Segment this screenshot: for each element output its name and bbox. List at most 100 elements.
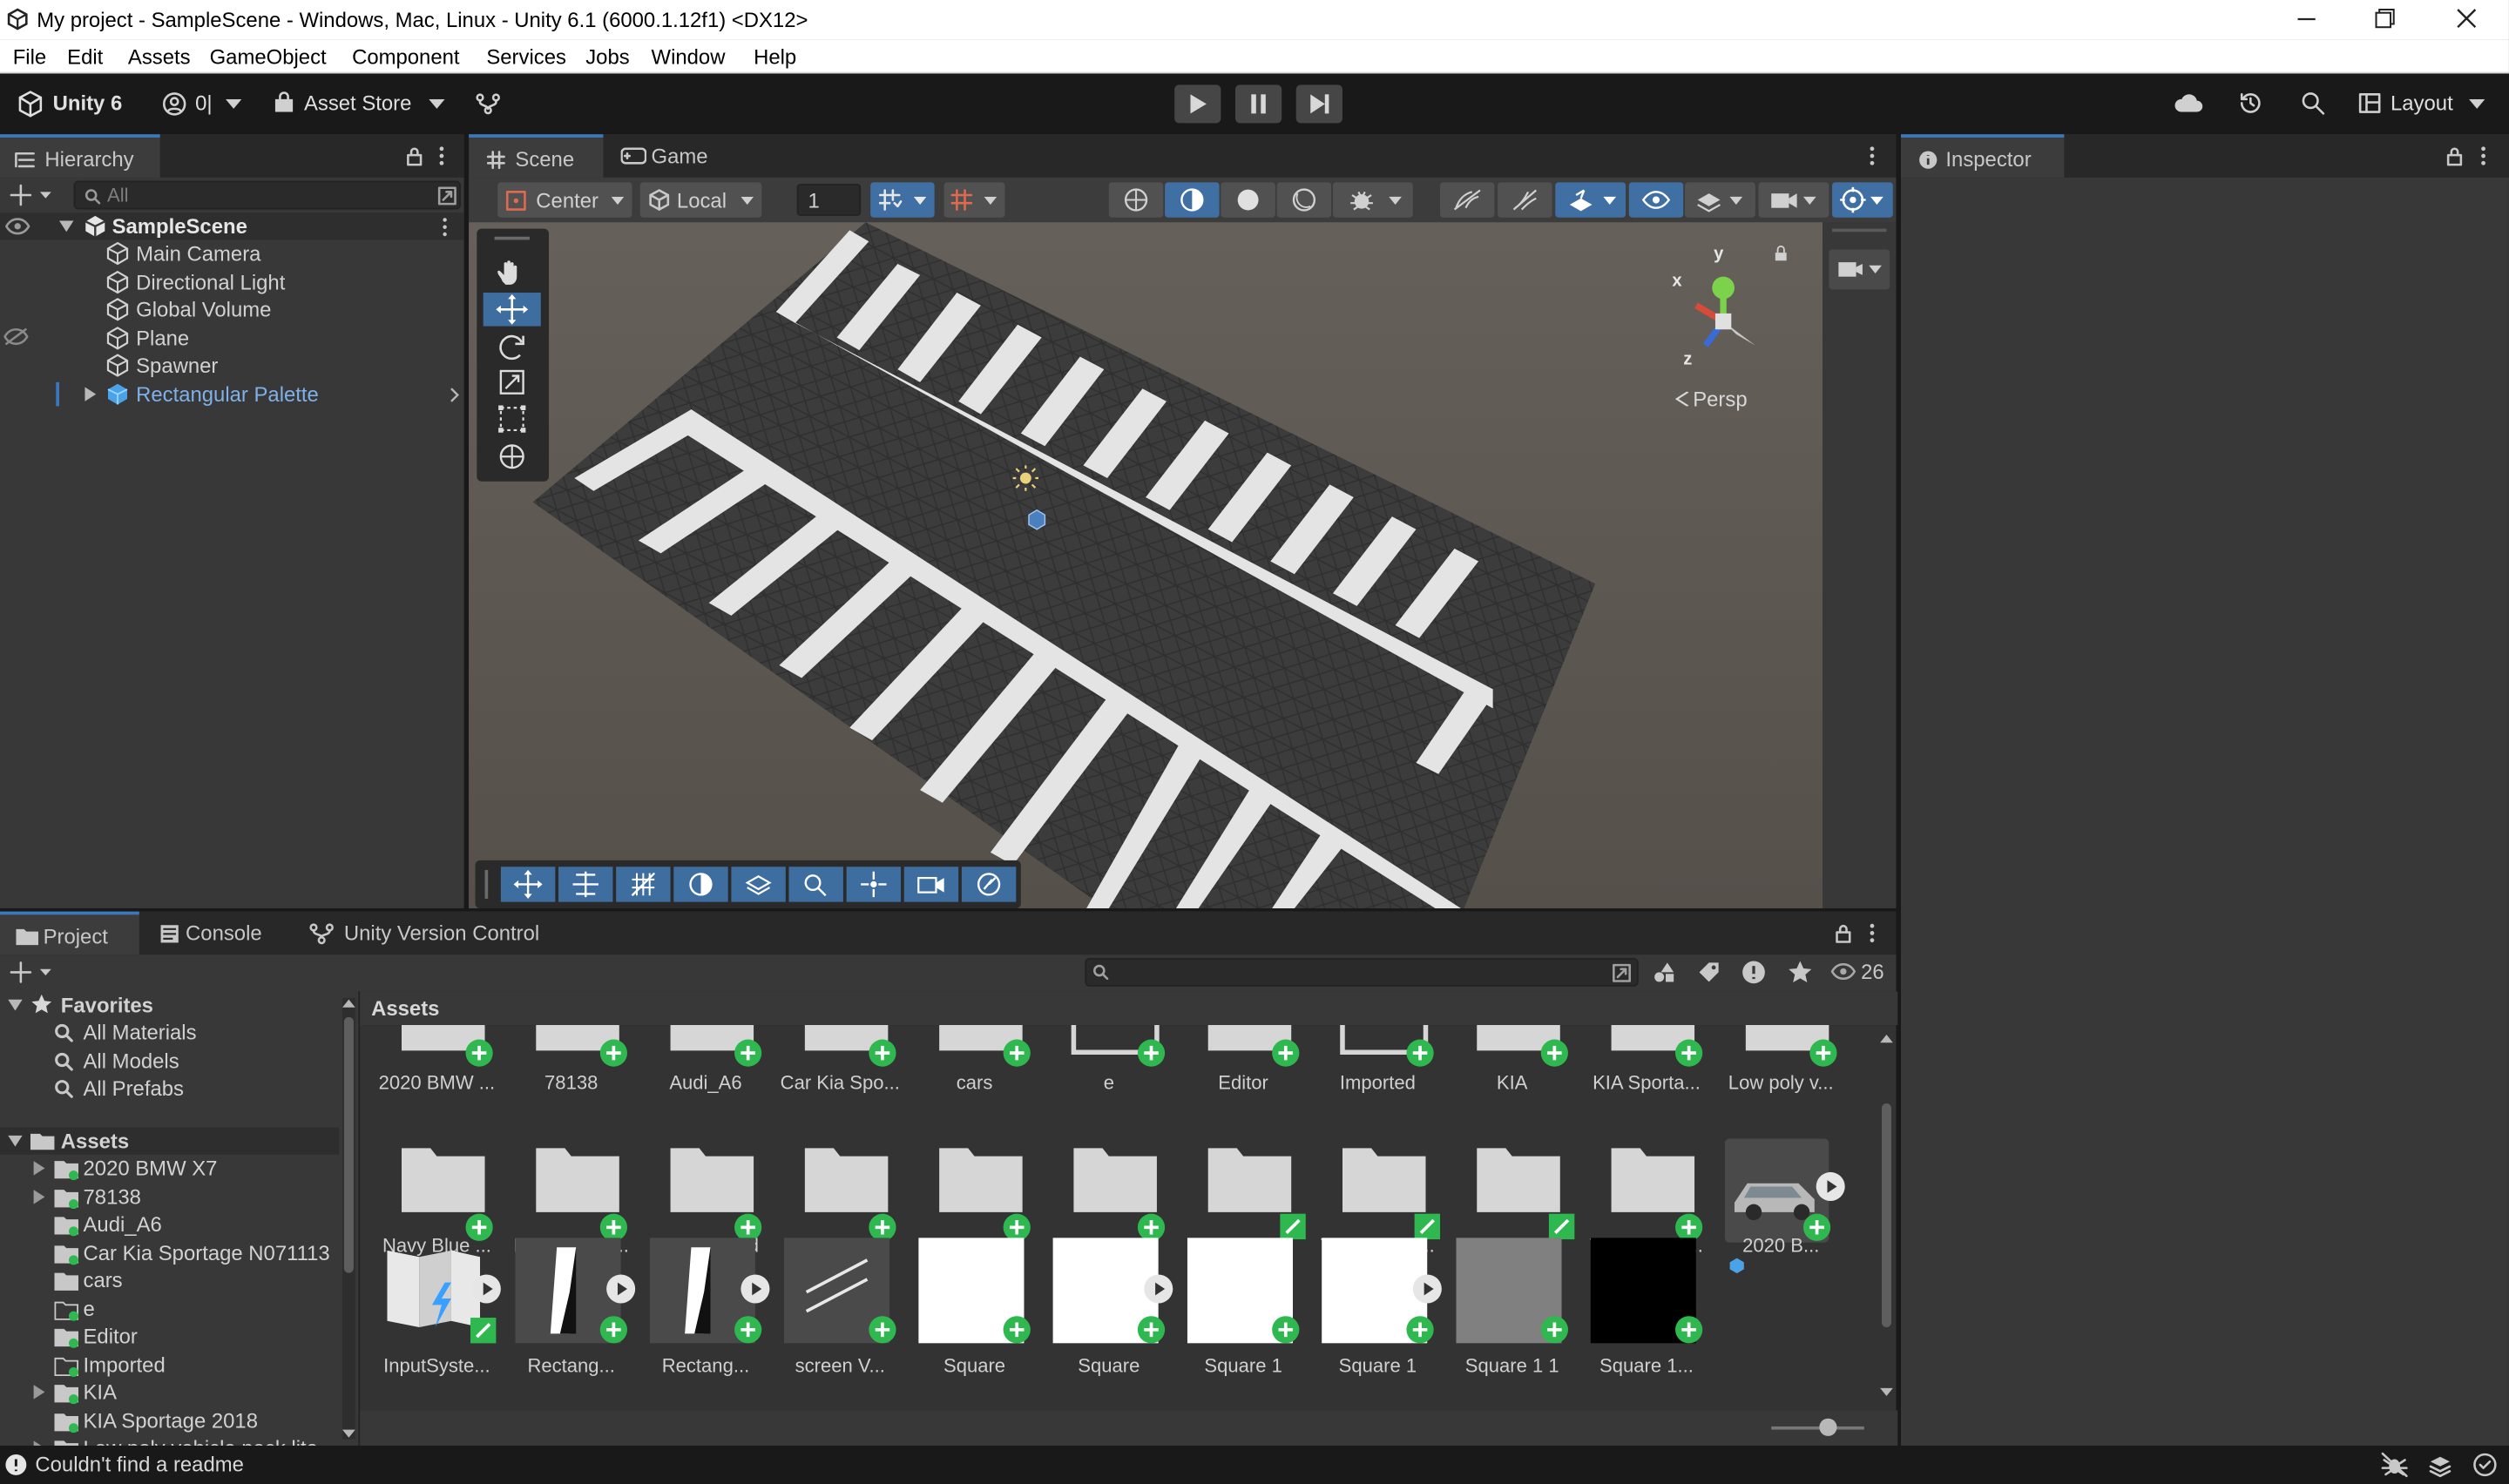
favorite-item[interactable]: All Materials bbox=[0, 1019, 339, 1046]
asset-folder-item[interactable]: Car Kia Sportage N071113 bbox=[0, 1238, 339, 1265]
tree-scroll-thumb[interactable] bbox=[343, 1016, 354, 1273]
debug-bug-icon[interactable] bbox=[2381, 1452, 2408, 1478]
favorite-item[interactable]: All Prefabs bbox=[0, 1075, 339, 1102]
tab-version-control[interactable]: Unity Version Control bbox=[296, 912, 576, 955]
favorite-star-icon[interactable] bbox=[1788, 960, 1813, 985]
asset-item[interactable]: Square 1 1 bbox=[1455, 1238, 1570, 1381]
effects-dropdown[interactable] bbox=[1555, 182, 1626, 218]
grid-size-field[interactable]: 1 bbox=[796, 184, 862, 216]
search-mode-icon[interactable] bbox=[1612, 962, 1633, 983]
scene-visibility-button[interactable] bbox=[1628, 182, 1684, 218]
grid-snap-button[interactable] bbox=[870, 182, 935, 218]
debug-draw-dropdown[interactable] bbox=[1332, 182, 1413, 218]
expand-arrow-icon[interactable] bbox=[85, 387, 97, 401]
camera-overlay-button[interactable] bbox=[1829, 249, 1890, 290]
asset-item[interactable]: screen V... bbox=[782, 1238, 897, 1381]
wireframe-mode-button[interactable] bbox=[1276, 182, 1332, 218]
expand-arrow-icon[interactable] bbox=[33, 1385, 45, 1400]
tab-console[interactable]: Console bbox=[144, 912, 287, 955]
more-menu-icon[interactable] bbox=[1869, 922, 1875, 943]
asset-item[interactable]: Scenes bbox=[916, 1073, 1031, 1257]
more-menu-icon[interactable] bbox=[1869, 145, 1875, 166]
close-button[interactable] bbox=[2427, 0, 2504, 40]
account-label[interactable]: Unity 6 bbox=[53, 91, 123, 116]
lock-icon[interactable] bbox=[405, 145, 424, 166]
tab-scene[interactable]: Scene bbox=[469, 134, 604, 178]
menu-services[interactable]: Services bbox=[486, 44, 566, 69]
move-overlay-button[interactable] bbox=[500, 867, 556, 902]
asset-store-button[interactable]: Asset Store bbox=[304, 91, 411, 116]
layers-dropdown[interactable] bbox=[1685, 182, 1755, 218]
more-menu-icon[interactable] bbox=[2480, 145, 2486, 166]
status-message[interactable]: Couldn't find a readme bbox=[35, 1452, 244, 1476]
navigation-overlay-button[interactable] bbox=[961, 867, 1017, 902]
asset-item[interactable]: Square 1 bbox=[1320, 1238, 1442, 1381]
rotate-tool-button[interactable] bbox=[484, 329, 541, 363]
asset-item[interactable]: PolyRonin bbox=[782, 1073, 897, 1257]
chevron-right-icon[interactable] bbox=[450, 387, 459, 402]
play-preview-icon[interactable] bbox=[471, 1274, 501, 1304]
asset-item[interactable]: Square bbox=[916, 1238, 1031, 1381]
hand-tool-button[interactable] bbox=[484, 256, 541, 290]
play-preview-icon[interactable] bbox=[741, 1274, 770, 1304]
asset-folder-item[interactable]: Imported bbox=[0, 1351, 339, 1378]
expand-arrow-icon[interactable] bbox=[8, 999, 23, 1011]
tab-project[interactable]: Project bbox=[0, 911, 139, 955]
visibility-eye-icon[interactable] bbox=[5, 218, 30, 235]
expand-arrow-icon[interactable] bbox=[33, 1161, 45, 1176]
status-check-icon[interactable] bbox=[2472, 1452, 2498, 1477]
more-menu-icon[interactable] bbox=[442, 218, 448, 237]
align-overlay-button[interactable] bbox=[558, 867, 613, 902]
menu-window[interactable]: Window bbox=[652, 44, 726, 69]
asset-folder-item[interactable]: KIA bbox=[0, 1379, 339, 1406]
tab-inspector[interactable]: Inspector bbox=[1900, 134, 2065, 178]
slider-handle[interactable] bbox=[1819, 1418, 1837, 1436]
scroll-down-icon[interactable] bbox=[342, 1427, 355, 1440]
play-preview-icon[interactable] bbox=[606, 1274, 636, 1304]
scroll-up-icon[interactable] bbox=[1880, 1033, 1893, 1046]
increment-snap-button[interactable] bbox=[943, 182, 1005, 218]
pause-button[interactable] bbox=[1234, 84, 1282, 124]
asset-item[interactable]: InputSyste... bbox=[379, 1238, 501, 1381]
unity-account-icon[interactable] bbox=[16, 90, 44, 118]
play-preview-icon[interactable] bbox=[1816, 1171, 1845, 1201]
project-search-field[interactable] bbox=[1085, 957, 1639, 987]
breadcrumb[interactable]: Assets bbox=[371, 996, 439, 1021]
asset-folder-item[interactable]: Editor bbox=[0, 1323, 339, 1350]
asset-item[interactable]: Versatile St... bbox=[1589, 1073, 1704, 1257]
lock-icon[interactable] bbox=[1834, 922, 1853, 943]
menu-help[interactable]: Help bbox=[754, 44, 796, 69]
play-preview-icon[interactable] bbox=[1144, 1274, 1173, 1304]
layers-overlay-button[interactable] bbox=[731, 867, 786, 902]
asset-item[interactable]: Square bbox=[1052, 1238, 1173, 1381]
lock-icon[interactable] bbox=[2445, 145, 2464, 166]
scroll-up-icon[interactable] bbox=[342, 998, 355, 1011]
shading-overlay-button[interactable] bbox=[673, 867, 728, 902]
create-dropdown-icon[interactable] bbox=[10, 961, 54, 984]
scale-tool-button[interactable] bbox=[484, 366, 541, 400]
filter-by-type-icon[interactable] bbox=[1651, 960, 1676, 985]
version-control-icon[interactable] bbox=[475, 91, 500, 117]
restore-button[interactable] bbox=[2346, 0, 2423, 40]
assets-root[interactable]: Assets bbox=[0, 1127, 340, 1155]
menu-file[interactable]: File bbox=[13, 44, 46, 69]
play-button[interactable] bbox=[1174, 84, 1221, 124]
grid-scrollbar[interactable] bbox=[1878, 1033, 1894, 1400]
thumbnail-size-slider[interactable] bbox=[1771, 1426, 1864, 1430]
asset-folder-item[interactable]: 78138 bbox=[0, 1183, 339, 1210]
chevron-down-icon[interactable] bbox=[429, 98, 445, 109]
filter-by-label-icon[interactable] bbox=[1696, 960, 1721, 985]
step-button[interactable] bbox=[1295, 84, 1342, 124]
favorites-header[interactable]: Favorites bbox=[0, 991, 339, 1018]
layout-dropdown[interactable]: Layout bbox=[2391, 91, 2453, 116]
warnings-filter-icon[interactable] bbox=[1741, 960, 1766, 985]
favorite-item[interactable]: All Models bbox=[0, 1047, 339, 1074]
asset-item[interactable]: TutorialInfo bbox=[1455, 1073, 1575, 1257]
grid-overlay-button[interactable] bbox=[616, 867, 671, 902]
chevron-down-icon[interactable] bbox=[2469, 98, 2485, 109]
asset-item[interactable]: Scripts bbox=[1052, 1073, 1167, 1257]
hierarchy-item[interactable]: Plane bbox=[0, 325, 464, 352]
asset-item[interactable]: 2020 B... bbox=[1723, 1073, 1845, 1274]
asset-item[interactable]: Rectang... bbox=[514, 1238, 636, 1381]
more-menu-icon[interactable] bbox=[438, 145, 444, 166]
